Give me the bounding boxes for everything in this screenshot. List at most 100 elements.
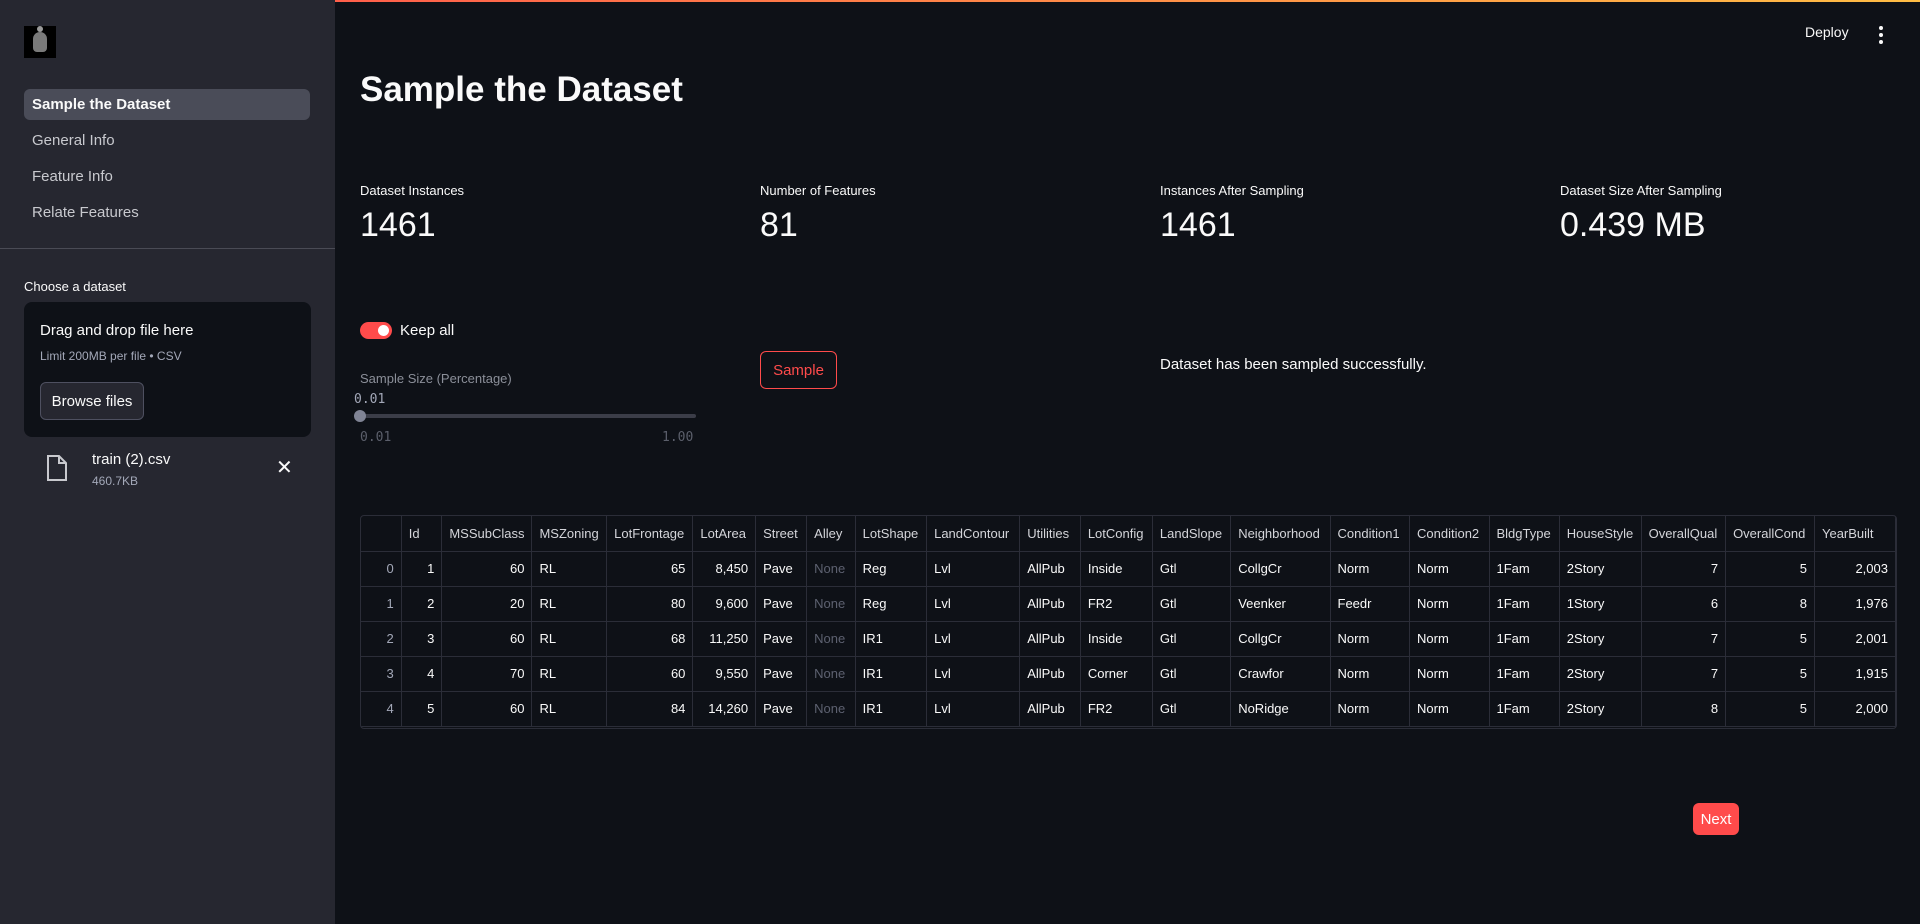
column-header[interactable]: Neighborhood	[1230, 516, 1331, 552]
column-header[interactable]: LandSlope	[1152, 516, 1232, 552]
column-header[interactable]: Utilities	[1019, 516, 1081, 552]
table-cell[interactable]: 8	[1641, 691, 1727, 727]
table-cell[interactable]: 2	[401, 586, 443, 622]
table-cell[interactable]: Lvl	[926, 621, 1021, 657]
row-index[interactable]: 0	[361, 551, 402, 587]
table-cell[interactable]: Norm	[1409, 656, 1490, 692]
table-cell[interactable]: Gtl	[1152, 691, 1232, 727]
table-cell[interactable]: 9,550	[692, 656, 757, 692]
table-cell[interactable]: Reg	[855, 586, 928, 622]
file-dropzone[interactable]: Drag and drop file here Limit 200MB per …	[24, 302, 311, 437]
table-cell[interactable]: 2,001	[1814, 621, 1896, 657]
column-header[interactable]: MSSubClass	[441, 516, 533, 552]
column-header[interactable]: Condition2	[1409, 516, 1490, 552]
table-cell[interactable]: Gtl	[1152, 656, 1232, 692]
column-header[interactable]: LotConfig	[1080, 516, 1153, 552]
table-cell[interactable]: 5	[1725, 621, 1815, 657]
column-header[interactable]: OverallQual	[1641, 516, 1727, 552]
table-cell[interactable]: Pave	[755, 586, 808, 622]
table-cell[interactable]: Pave	[755, 621, 808, 657]
row-index[interactable]: 3	[361, 656, 402, 692]
table-cell[interactable]: 4	[401, 656, 443, 692]
table-cell[interactable]: 2,003	[1814, 551, 1896, 587]
table-cell[interactable]: 5	[1725, 656, 1815, 692]
table-cell[interactable]: AllPub	[1019, 656, 1081, 692]
table-cell[interactable]: 7	[1641, 551, 1727, 587]
table-cell[interactable]: CollgCr	[1230, 551, 1331, 587]
table-cell[interactable]: 70	[441, 656, 533, 692]
table-cell[interactable]: IR1	[855, 656, 928, 692]
table-cell[interactable]: Gtl	[1152, 586, 1232, 622]
table-cell[interactable]: 60	[441, 551, 533, 587]
close-icon[interactable]: ✕	[276, 458, 293, 478]
column-header[interactable]: MSZoning	[531, 516, 608, 552]
next-button[interactable]: Next	[1693, 803, 1739, 835]
column-header[interactable]: YearBuilt	[1814, 516, 1896, 552]
table-cell[interactable]: RL	[531, 586, 608, 622]
table-cell[interactable]: RL	[531, 551, 608, 587]
table-cell[interactable]: RL	[531, 621, 608, 657]
table-cell[interactable]: Pave	[755, 551, 808, 587]
table-cell[interactable]: Lvl	[926, 656, 1021, 692]
table-cell[interactable]: Feedr	[1330, 586, 1410, 622]
sidebar-item-relate-features[interactable]: Relate Features	[24, 197, 310, 228]
table-cell[interactable]: RL	[531, 656, 608, 692]
deploy-button[interactable]: Deploy	[1805, 24, 1849, 40]
table-cell[interactable]: AllPub	[1019, 551, 1081, 587]
table-cell[interactable]: 20	[441, 586, 533, 622]
table-cell[interactable]: Norm	[1409, 621, 1490, 657]
table-cell[interactable]: FR2	[1080, 691, 1153, 727]
table-cell[interactable]: 60	[441, 691, 533, 727]
table-cell[interactable]: Crawfor	[1230, 656, 1331, 692]
table-cell[interactable]: Reg	[855, 551, 928, 587]
browse-files-button[interactable]: Browse files	[40, 382, 144, 420]
table-cell[interactable]: Gtl	[1152, 621, 1232, 657]
table-cell[interactable]: 11,250	[692, 621, 757, 657]
column-header[interactable]: LandContour	[926, 516, 1021, 552]
table-cell[interactable]: 1Fam	[1489, 586, 1560, 622]
column-header[interactable]	[361, 516, 402, 552]
column-header[interactable]: LotArea	[692, 516, 757, 552]
table-cell[interactable]: FR2	[1080, 586, 1153, 622]
table-cell[interactable]: NoRidge	[1230, 691, 1331, 727]
table-cell[interactable]: None	[806, 621, 856, 657]
sample-button[interactable]: Sample	[760, 351, 837, 389]
table-cell[interactable]: Gtl	[1152, 551, 1232, 587]
table-cell[interactable]: 65	[606, 551, 694, 587]
table-cell[interactable]: 80	[606, 586, 694, 622]
table-cell[interactable]: 2Story	[1559, 656, 1642, 692]
keep-all-toggle[interactable]	[360, 322, 392, 339]
table-cell[interactable]: 1,976	[1814, 586, 1896, 622]
sample-size-slider[interactable]	[360, 414, 696, 418]
table-cell[interactable]: 68	[606, 621, 694, 657]
table-cell[interactable]: Norm	[1409, 691, 1490, 727]
table-cell[interactable]: RL	[531, 691, 608, 727]
table-cell[interactable]: Norm	[1330, 656, 1410, 692]
table-cell[interactable]: Veenker	[1230, 586, 1331, 622]
table-cell[interactable]: None	[806, 691, 856, 727]
table-cell[interactable]: 2Story	[1559, 691, 1642, 727]
slider-handle[interactable]	[354, 410, 366, 422]
table-cell[interactable]: Lvl	[926, 586, 1021, 622]
sidebar-item-sample-the-dataset[interactable]: Sample the Dataset	[24, 89, 310, 120]
table-cell[interactable]: None	[806, 586, 856, 622]
table-cell[interactable]: Norm	[1330, 551, 1410, 587]
row-index[interactable]: 4	[361, 691, 402, 727]
column-header[interactable]: Id	[401, 516, 443, 552]
table-cell[interactable]: 2,000	[1814, 691, 1896, 727]
table-cell[interactable]: 7	[1641, 621, 1727, 657]
table-cell[interactable]: 5	[1725, 551, 1815, 587]
table-cell[interactable]: 1Fam	[1489, 621, 1560, 657]
table-cell[interactable]: 14,260	[692, 691, 757, 727]
column-header[interactable]: HouseStyle	[1559, 516, 1642, 552]
table-cell[interactable]: 60	[441, 621, 533, 657]
table-cell[interactable]: 7	[1641, 656, 1727, 692]
column-header[interactable]: LotFrontage	[606, 516, 694, 552]
table-cell[interactable]: AllPub	[1019, 691, 1081, 727]
table-cell[interactable]: 1Fam	[1489, 691, 1560, 727]
column-header[interactable]: Condition1	[1330, 516, 1410, 552]
table-cell[interactable]: CollgCr	[1230, 621, 1331, 657]
row-index[interactable]: 1	[361, 586, 402, 622]
more-menu-icon[interactable]	[1875, 26, 1887, 44]
table-cell[interactable]: None	[806, 551, 856, 587]
